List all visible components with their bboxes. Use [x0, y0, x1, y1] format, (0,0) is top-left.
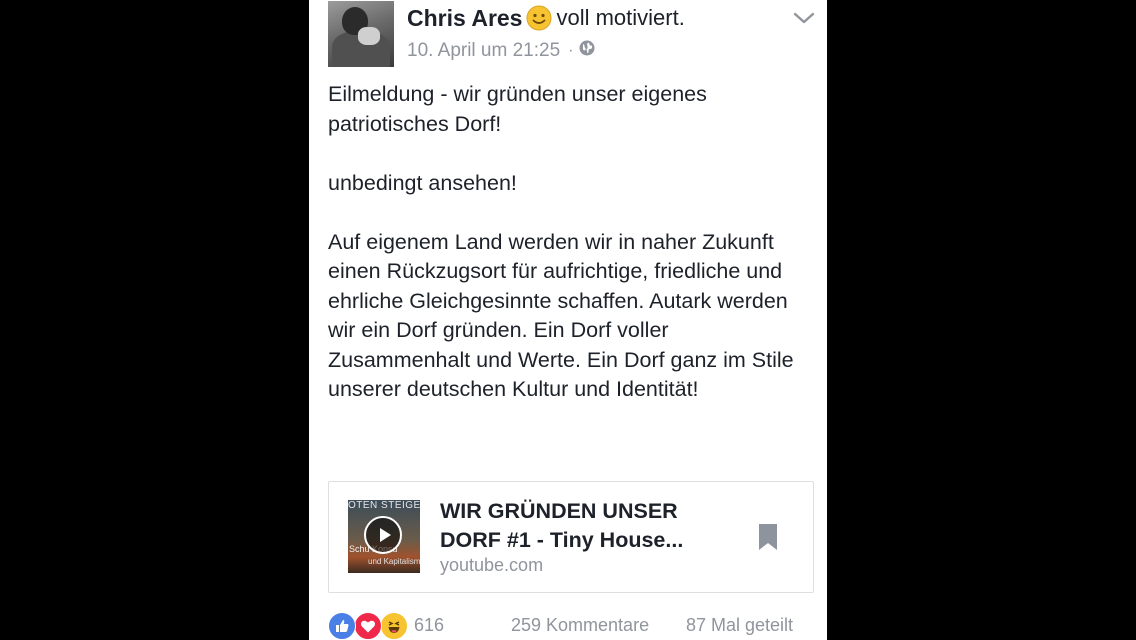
chevron-down-icon[interactable]: [793, 10, 815, 26]
love-icon: [354, 612, 382, 640]
avatar[interactable]: [328, 1, 394, 67]
post-footer: 616 259 Kommentare 87 Mal geteilt: [328, 610, 812, 640]
reaction-icons[interactable]: [328, 612, 408, 640]
post-header: Chris Ares voll motiviert.: [407, 3, 685, 33]
link-preview-card[interactable]: OTEN STEIGE Schu Konsu und Kapitalism WI…: [328, 481, 814, 593]
meta-separator: ·: [568, 42, 574, 59]
facebook-post: Chris Ares voll motiviert. 10. April um …: [309, 0, 827, 640]
timestamp[interactable]: 10. April um 21:25: [407, 40, 560, 62]
author-name[interactable]: Chris Ares: [407, 5, 522, 32]
play-icon[interactable]: [364, 516, 402, 554]
post-meta: 10. April um 21:25 ·: [407, 38, 595, 64]
post-paragraph: unbedingt ansehen!: [328, 170, 517, 195]
haha-icon: [380, 612, 408, 640]
feeling-text: voll motiviert.: [556, 5, 685, 30]
reaction-count[interactable]: 616: [414, 615, 444, 636]
comments-count[interactable]: 259 Kommentare: [511, 615, 649, 636]
link-title[interactable]: WIR GRÜNDEN UNSER DORF #1 - Tiny House..…: [440, 497, 720, 555]
smiling-face-icon: [526, 5, 552, 31]
video-thumbnail[interactable]: OTEN STEIGE Schu Konsu und Kapitalism: [348, 500, 420, 573]
post-text: Eilmeldung - wir gründen unser eigenes p…: [328, 80, 808, 405]
post-paragraph: Eilmeldung - wir gründen unser eigenes p…: [328, 82, 707, 136]
thumbnail-caption-top: OTEN STEIGE: [348, 500, 420, 511]
link-domain: youtube.com: [440, 555, 544, 575]
globe-icon[interactable]: [579, 40, 595, 62]
video-frame: Chris Ares voll motiviert. 10. April um …: [0, 0, 1136, 640]
bookmark-icon[interactable]: [758, 523, 778, 551]
thumbnail-caption-bottom: und Kapitalism: [368, 557, 420, 566]
like-icon: [328, 612, 356, 640]
shares-count[interactable]: 87 Mal geteilt: [686, 615, 793, 636]
post-paragraph: Auf eigenem Land werden wir in naher Zuk…: [328, 229, 794, 402]
